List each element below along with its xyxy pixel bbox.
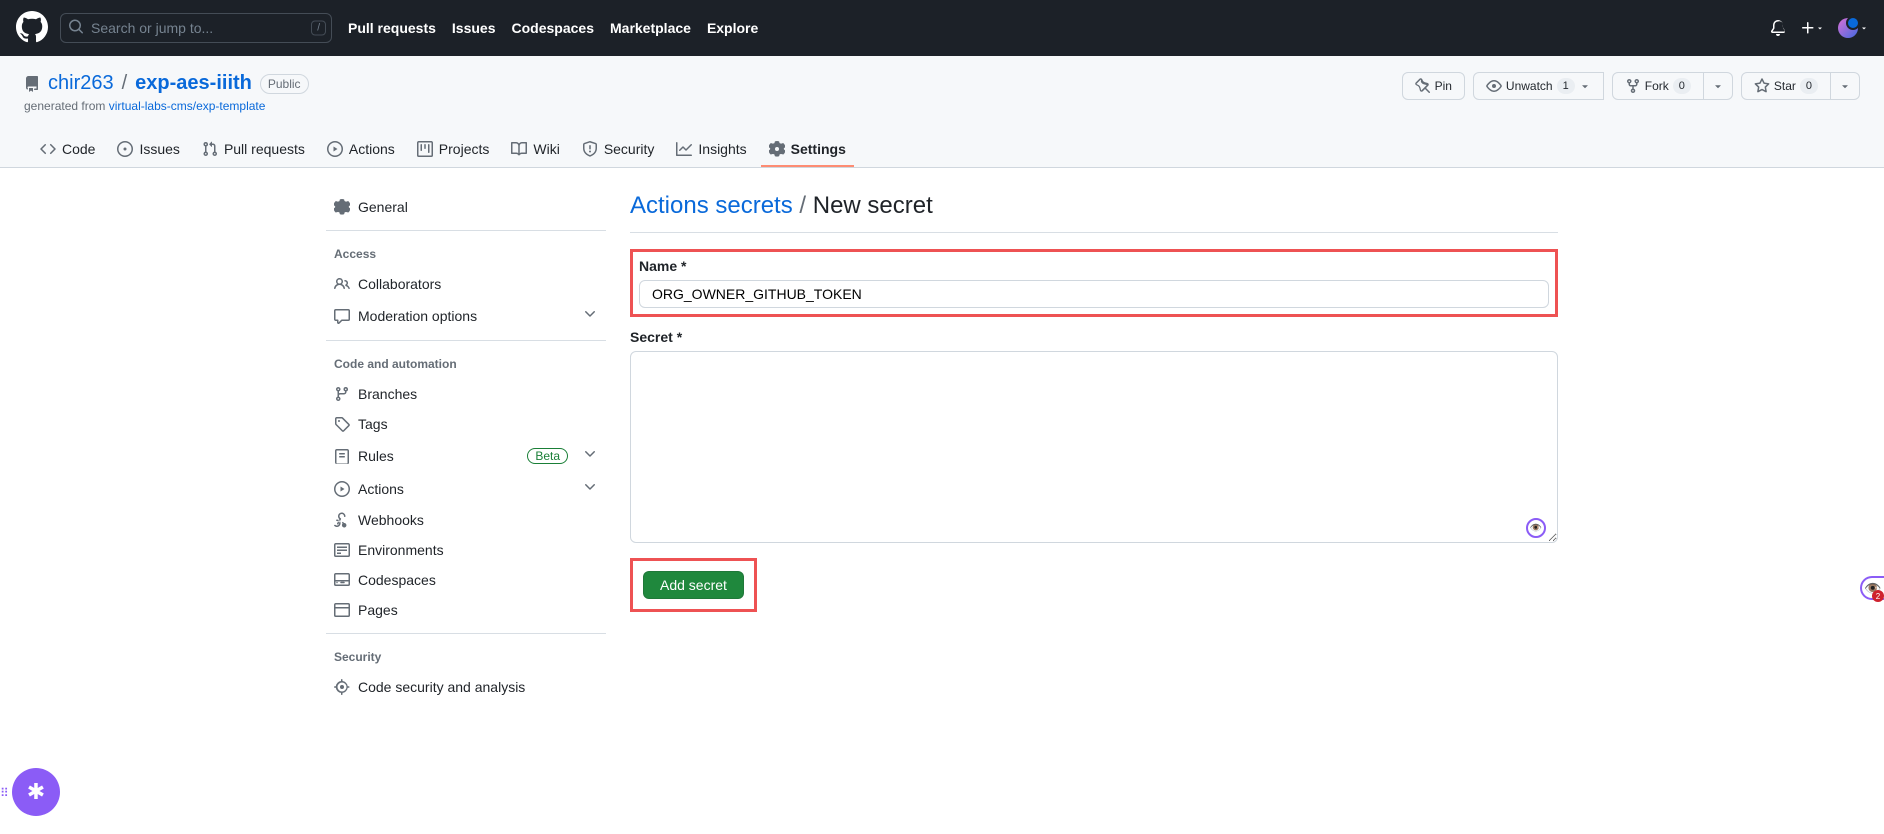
side-extension-badge: 2: [1872, 590, 1884, 602]
nav-pull-requests[interactable]: Pull requests: [348, 20, 436, 36]
drag-handle-icon[interactable]: ⠿: [0, 786, 11, 800]
sidebar-item-codespaces[interactable]: Codespaces: [326, 565, 606, 595]
side-extension-icon[interactable]: 👁️2: [1860, 576, 1884, 600]
tab-issues[interactable]: Issues: [109, 133, 187, 167]
nav-marketplace[interactable]: Marketplace: [610, 20, 691, 36]
sidebar-item-pages[interactable]: Pages: [326, 595, 606, 625]
secret-label: Secret *: [630, 329, 1558, 345]
fork-count: 0: [1673, 78, 1691, 94]
repo-actions: Pin Unwatch 1 Fork 0 Star 0: [1402, 72, 1860, 100]
tab-security[interactable]: Security: [574, 133, 663, 167]
top-navigation: / Pull requests Issues Codespaces Market…: [0, 0, 1884, 56]
sidebar-heading-access: Access: [326, 239, 606, 269]
github-logo-icon: [16, 11, 48, 43]
sidebar-heading-security: Security: [326, 642, 606, 672]
sidebar-item-tags[interactable]: Tags: [326, 409, 606, 439]
repo-header: chir263 / exp-aes-iiith Public generated…: [0, 56, 1884, 168]
global-search: /: [60, 13, 332, 43]
nav-links: Pull requests Issues Codespaces Marketpl…: [348, 20, 758, 36]
nav-codespaces[interactable]: Codespaces: [512, 20, 594, 36]
sidebar-item-environments[interactable]: Environments: [326, 535, 606, 565]
tab-code[interactable]: Code: [32, 133, 103, 167]
secret-field-block: Secret * 👁️: [630, 329, 1558, 546]
generated-prefix: generated from: [24, 99, 109, 113]
search-input[interactable]: [60, 13, 332, 43]
extension-icon[interactable]: 👁️: [1526, 518, 1546, 538]
unwatch-label: Unwatch: [1506, 79, 1553, 93]
repo-slash: /: [122, 72, 128, 95]
pin-label: Pin: [1435, 79, 1452, 93]
star-dropdown[interactable]: [1831, 72, 1860, 100]
github-logo-link[interactable]: [16, 11, 48, 46]
repo-name-link[interactable]: exp-aes-iiith: [135, 72, 252, 95]
sidebar-item-branches[interactable]: Branches: [326, 379, 606, 409]
unwatch-count: 1: [1557, 78, 1575, 94]
settings-sidebar: General Access Collaborators Moderation …: [326, 192, 606, 702]
repo-owner-link[interactable]: chir263: [48, 72, 114, 95]
fork-button[interactable]: Fork 0: [1612, 72, 1704, 100]
floating-action-button[interactable]: ✱: [12, 768, 60, 816]
star-count: 0: [1800, 78, 1818, 94]
tab-projects[interactable]: Projects: [409, 133, 498, 167]
nav-explore[interactable]: Explore: [707, 20, 758, 36]
slash-key-icon: /: [311, 21, 326, 36]
page-title: Actions secrets / New secret: [630, 192, 1558, 220]
repo-title: chir263 / exp-aes-iiith Public: [24, 72, 309, 95]
name-field-highlight: Name *: [630, 249, 1558, 317]
fork-label: Fork: [1645, 79, 1669, 93]
repo-tabs: Code Issues Pull requests Actions Projec…: [24, 133, 1860, 167]
sidebar-item-general[interactable]: General: [326, 192, 606, 222]
chevron-down-icon: [582, 479, 598, 498]
add-secret-button[interactable]: Add secret: [643, 571, 744, 599]
tab-insights[interactable]: Insights: [668, 133, 754, 167]
search-icon: [68, 19, 84, 38]
chevron-down-icon: [582, 446, 598, 465]
name-label: Name *: [639, 258, 1549, 274]
beta-badge: Beta: [527, 448, 568, 464]
tab-actions[interactable]: Actions: [319, 133, 403, 167]
tab-pulls[interactable]: Pull requests: [194, 133, 313, 167]
add-secret-highlight: Add secret: [630, 558, 757, 612]
user-avatar[interactable]: [1838, 18, 1868, 38]
sidebar-item-actions[interactable]: Actions: [326, 472, 606, 505]
star-button[interactable]: Star 0: [1741, 72, 1831, 100]
sidebar-item-moderation[interactable]: Moderation options: [326, 299, 606, 332]
secret-value-input[interactable]: [630, 351, 1558, 543]
tab-wiki[interactable]: Wiki: [503, 133, 567, 167]
nav-right: [1770, 18, 1868, 38]
sidebar-item-rules[interactable]: RulesBeta: [326, 439, 606, 472]
sidebar-item-webhooks[interactable]: Webhooks: [326, 505, 606, 535]
sidebar-item-code-security[interactable]: Code security and analysis: [326, 672, 606, 702]
sidebar-heading-code: Code and automation: [326, 349, 606, 379]
nav-issues[interactable]: Issues: [452, 20, 496, 36]
notifications-icon[interactable]: [1770, 20, 1786, 36]
main-content: General Access Collaborators Moderation …: [302, 168, 1582, 726]
pin-button[interactable]: Pin: [1402, 72, 1465, 100]
generated-template-link[interactable]: virtual-labs-cms/exp-template: [109, 99, 266, 113]
chevron-down-icon: [582, 306, 598, 325]
breadcrumb-current: New secret: [813, 192, 933, 219]
visibility-badge: Public: [260, 74, 309, 94]
secret-name-input[interactable]: [639, 280, 1549, 308]
add-dropdown[interactable]: [1800, 20, 1824, 36]
repo-icon: [24, 76, 40, 92]
unwatch-button[interactable]: Unwatch 1: [1473, 72, 1604, 100]
breadcrumb-link[interactable]: Actions secrets: [630, 192, 793, 219]
generated-from: generated from virtual-labs-cms/exp-temp…: [24, 99, 309, 113]
breadcrumb-divider: /: [793, 192, 813, 219]
fork-dropdown[interactable]: [1704, 72, 1733, 100]
sidebar-item-collaborators[interactable]: Collaborators: [326, 269, 606, 299]
tab-settings[interactable]: Settings: [761, 133, 854, 167]
content-area: Actions secrets / New secret Name * Secr…: [630, 192, 1558, 702]
star-label: Star: [1774, 79, 1796, 93]
